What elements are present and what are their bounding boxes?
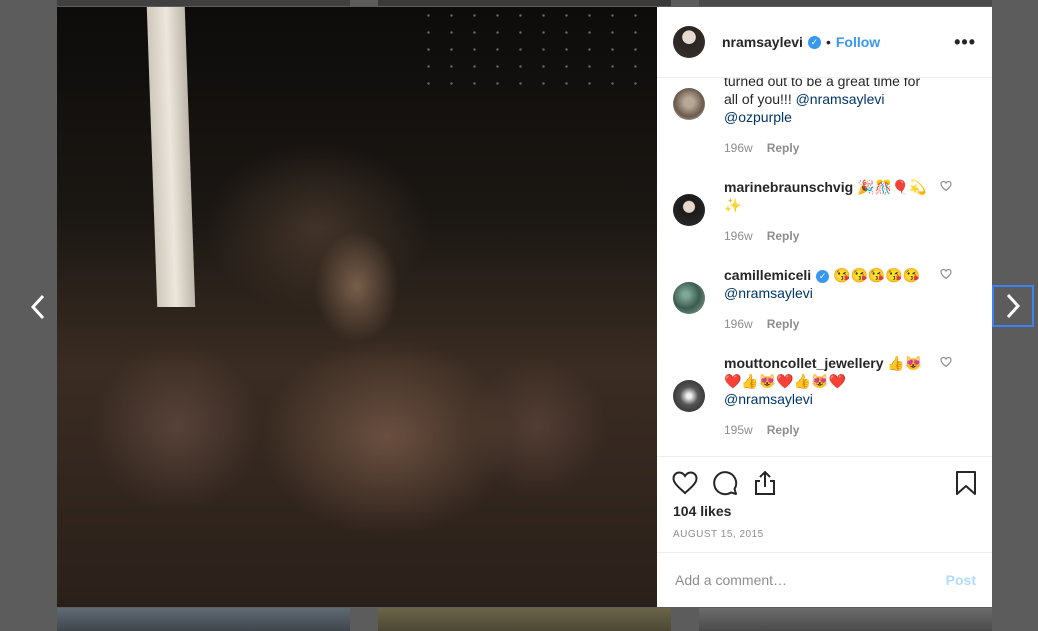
comments-list[interactable]: turned out to be a great time for all of… — [657, 78, 992, 456]
photo-white-post — [146, 7, 196, 307]
comment-text-line: camillemiceli ✓ 😘😘😘😘😘 — [724, 266, 944, 284]
comment-body: marinebraunschvig 🎉🎊🎈💫✨ 196w Reply — [724, 178, 944, 245]
comment-age: 196w — [724, 141, 753, 155]
reply-button[interactable]: Reply — [767, 423, 800, 437]
commenter-username[interactable]: marinebraunschvig — [724, 179, 853, 195]
mention-link[interactable]: @nramsaylevi — [796, 91, 885, 107]
comment-meta: 196w Reply — [724, 315, 944, 333]
comment-text-line: ❤️👍😻❤️👍😻❤️ — [724, 373, 847, 389]
bookmark-icon[interactable] — [952, 469, 980, 497]
author-username[interactable]: nramsaylevi — [722, 34, 803, 50]
more-options-icon[interactable]: ••• — [954, 32, 976, 53]
comment-body: camillemiceli ✓ 😘😘😘😘😘 @nramsaylevi 196w Re… — [724, 266, 944, 333]
comment-meta: 196w Reply — [724, 227, 944, 245]
chevron-right-icon — [1006, 293, 1021, 319]
post-photo[interactable] — [57, 7, 657, 607]
post-comment-button[interactable]: Post — [946, 572, 976, 588]
commenter-avatar[interactable] — [673, 88, 705, 120]
reply-button[interactable]: Reply — [767, 317, 800, 331]
follow-button[interactable]: Follow — [836, 34, 880, 50]
commenter-username[interactable]: mouttoncollet_jewellery — [724, 355, 883, 371]
commenter-avatar[interactable] — [673, 282, 705, 314]
like-comment-heart-icon[interactable] — [940, 180, 952, 192]
like-heart-icon[interactable] — [671, 469, 699, 497]
likes-count[interactable]: 104 likes — [673, 503, 731, 519]
verified-badge-icon: ✓ — [816, 269, 830, 283]
mention-link[interactable]: @nramsaylevi — [724, 390, 944, 408]
separator-dot: • — [825, 34, 831, 50]
mention-link[interactable]: @ozpurple — [724, 108, 944, 126]
comment-text-line: marinebraunschvig 🎉🎊🎈💫✨ — [724, 178, 944, 214]
comment-age: 196w — [724, 229, 753, 243]
comment-text-line: mouttoncollet_jewellery 👍😻 — [724, 354, 944, 372]
comment-body: mouttoncollet_jewellery 👍😻 ❤️👍😻❤️👍😻❤️ @n… — [724, 354, 944, 439]
comment-text-line: all of you!!! @nramsaylevi — [724, 90, 944, 108]
post-date: AUGUST 15, 2015 — [673, 529, 764, 540]
previous-post-button[interactable] — [20, 289, 56, 325]
grid-thumbnail[interactable] — [699, 0, 992, 6]
comment-text: 👍😻 — [887, 355, 923, 371]
comment-meta: 195w Reply — [724, 421, 944, 439]
grid-thumbnail[interactable] — [699, 608, 992, 631]
commenter-avatar[interactable] — [673, 380, 705, 412]
comment-item: camillemiceli ✓ 😘😘😘😘😘 @nramsaylevi 196w Re… — [673, 266, 976, 336]
post-modal: nramsaylevi ✓ • Follow ••• turned out to… — [57, 7, 992, 607]
comment-item: marinebraunschvig 🎉🎊🎈💫✨ 196w Reply — [673, 178, 976, 248]
comment-input[interactable] — [673, 571, 946, 589]
comment-text-line: turned out to be a great time for — [724, 78, 921, 89]
photo-night-lights — [417, 7, 657, 87]
comment-item: mouttoncollet_jewellery 👍😻 ❤️👍😻❤️👍😻❤️ @n… — [673, 354, 976, 437]
mention-link[interactable]: @nramsaylevi — [724, 284, 944, 302]
comment-text: 😘😘😘😘😘 — [833, 267, 921, 283]
chevron-left-icon — [30, 294, 45, 320]
comment-age: 195w — [724, 423, 753, 437]
like-comment-heart-icon[interactable] — [940, 356, 952, 368]
grid-thumbnail[interactable] — [57, 0, 350, 6]
grid-thumbnail[interactable] — [57, 608, 350, 631]
grid-thumbnail[interactable] — [378, 0, 671, 6]
author-avatar[interactable] — [673, 26, 705, 58]
reply-button[interactable]: Reply — [767, 229, 800, 243]
post-side-panel: nramsaylevi ✓ • Follow ••• turned out to… — [657, 7, 992, 607]
commenter-username[interactable]: camillemiceli — [724, 267, 811, 283]
comment-bubble-icon[interactable] — [711, 469, 739, 497]
comment-age: 196w — [724, 317, 753, 331]
post-actions: 104 likes AUGUST 15, 2015 — [657, 456, 992, 552]
verified-badge-icon: ✓ — [807, 35, 821, 49]
comment-text: all of you!!! — [724, 91, 792, 107]
add-comment-bar: Post — [657, 552, 992, 607]
share-icon[interactable] — [751, 469, 779, 497]
post-header: nramsaylevi ✓ • Follow ••• — [657, 7, 992, 78]
like-comment-heart-icon[interactable] — [940, 268, 952, 280]
reply-button[interactable]: Reply — [767, 141, 800, 155]
comment-meta: 196w Reply — [724, 139, 944, 157]
comment-item: turned out to be a great time for all of… — [673, 78, 976, 155]
next-post-button[interactable] — [992, 285, 1034, 327]
commenter-avatar[interactable] — [673, 194, 705, 226]
comment-body: turned out to be a great time for all of… — [724, 78, 944, 157]
grid-thumbnail[interactable] — [378, 608, 671, 631]
